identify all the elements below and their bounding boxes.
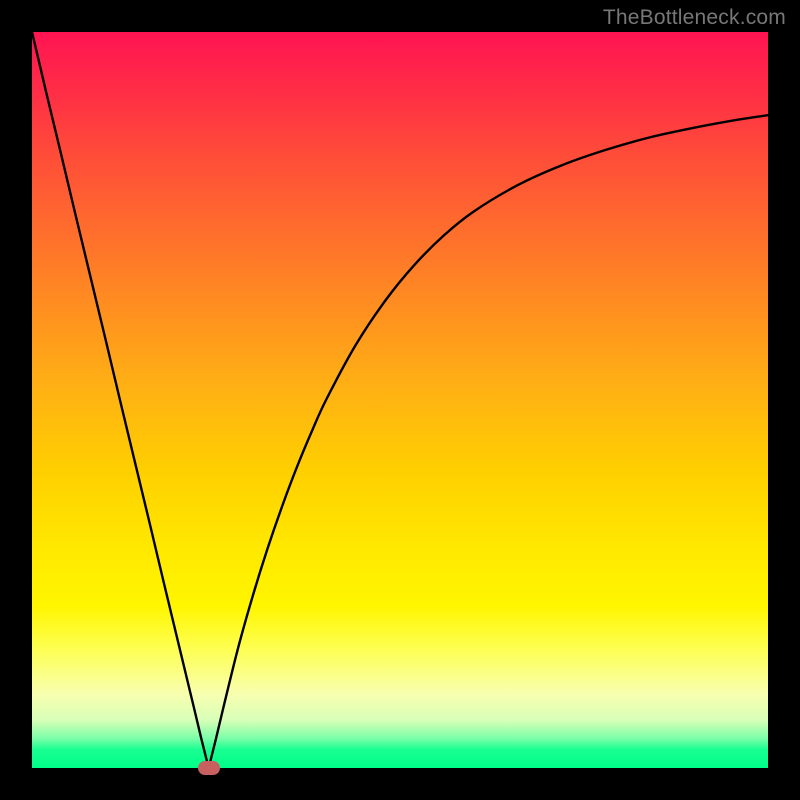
- bottleneck-curve: [32, 32, 768, 768]
- plot-area: [32, 32, 768, 768]
- optimum-marker: [198, 761, 220, 775]
- chart-frame: TheBottleneck.com: [0, 0, 800, 800]
- watermark-text: TheBottleneck.com: [603, 6, 786, 30]
